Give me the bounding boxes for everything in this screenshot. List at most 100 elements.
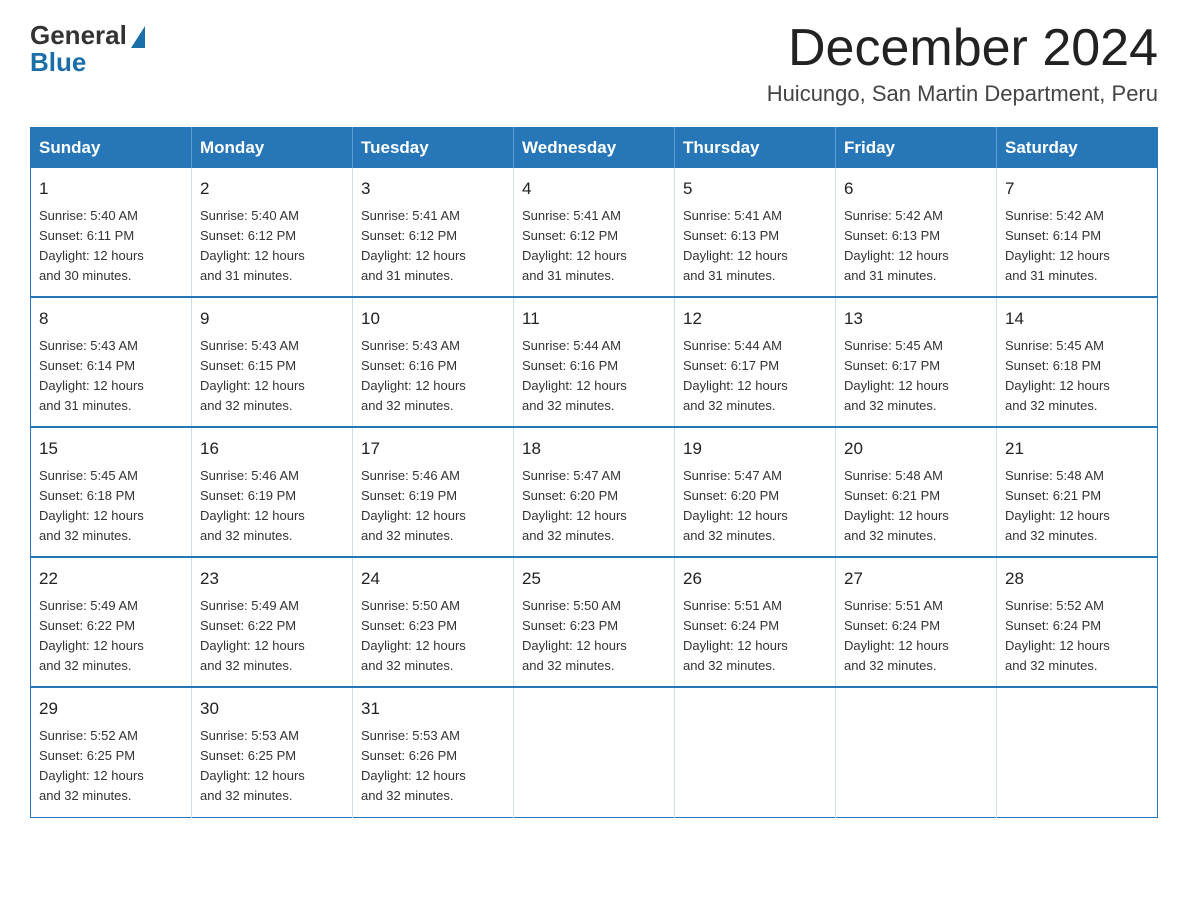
day-info: Sunrise: 5:41 AMSunset: 6:12 PMDaylight:… — [522, 206, 666, 287]
day-info: Sunrise: 5:41 AMSunset: 6:12 PMDaylight:… — [361, 206, 505, 287]
day-info: Sunrise: 5:49 AMSunset: 6:22 PMDaylight:… — [39, 596, 183, 677]
day-number: 2 — [200, 176, 344, 202]
day-number: 1 — [39, 176, 183, 202]
calendar-cell: 25 Sunrise: 5:50 AMSunset: 6:23 PMDayligh… — [514, 557, 675, 687]
calendar-cell: 26 Sunrise: 5:51 AMSunset: 6:24 PMDayligh… — [675, 557, 836, 687]
calendar-header: SundayMondayTuesdayWednesdayThursdayFrid… — [31, 128, 1158, 169]
day-info: Sunrise: 5:50 AMSunset: 6:23 PMDaylight:… — [522, 596, 666, 677]
calendar-week-5: 29 Sunrise: 5:52 AMSunset: 6:25 PMDayligh… — [31, 687, 1158, 817]
day-number: 10 — [361, 306, 505, 332]
day-number: 6 — [844, 176, 988, 202]
day-number: 16 — [200, 436, 344, 462]
day-info: Sunrise: 5:43 AMSunset: 6:14 PMDaylight:… — [39, 336, 183, 417]
day-number: 23 — [200, 566, 344, 592]
location-subtitle: Huicungo, San Martin Department, Peru — [767, 81, 1158, 107]
calendar-cell: 12 Sunrise: 5:44 AMSunset: 6:17 PMDayligh… — [675, 297, 836, 427]
header-row: SundayMondayTuesdayWednesdayThursdayFrid… — [31, 128, 1158, 169]
day-info: Sunrise: 5:45 AMSunset: 6:18 PMDaylight:… — [1005, 336, 1149, 417]
calendar-cell — [997, 687, 1158, 817]
day-number: 28 — [1005, 566, 1149, 592]
logo-triangle-icon — [131, 26, 145, 48]
day-number: 19 — [683, 436, 827, 462]
day-number: 4 — [522, 176, 666, 202]
day-number: 17 — [361, 436, 505, 462]
header-day-saturday: Saturday — [997, 128, 1158, 169]
day-number: 5 — [683, 176, 827, 202]
header-day-sunday: Sunday — [31, 128, 192, 169]
calendar-cell: 21 Sunrise: 5:48 AMSunset: 6:21 PMDayligh… — [997, 427, 1158, 557]
day-info: Sunrise: 5:46 AMSunset: 6:19 PMDaylight:… — [361, 466, 505, 547]
header-day-friday: Friday — [836, 128, 997, 169]
day-number: 21 — [1005, 436, 1149, 462]
header-day-tuesday: Tuesday — [353, 128, 514, 169]
day-info: Sunrise: 5:47 AMSunset: 6:20 PMDaylight:… — [683, 466, 827, 547]
calendar-cell: 29 Sunrise: 5:52 AMSunset: 6:25 PMDayligh… — [31, 687, 192, 817]
day-number: 22 — [39, 566, 183, 592]
page-header: General Blue December 2024 Huicungo, San… — [30, 20, 1158, 107]
calendar-cell: 22 Sunrise: 5:49 AMSunset: 6:22 PMDayligh… — [31, 557, 192, 687]
day-info: Sunrise: 5:53 AMSunset: 6:25 PMDaylight:… — [200, 726, 344, 807]
calendar-cell — [675, 687, 836, 817]
day-number: 3 — [361, 176, 505, 202]
calendar-cell — [836, 687, 997, 817]
calendar-week-4: 22 Sunrise: 5:49 AMSunset: 6:22 PMDayligh… — [31, 557, 1158, 687]
header-day-wednesday: Wednesday — [514, 128, 675, 169]
title-block: December 2024 Huicungo, San Martin Depar… — [767, 20, 1158, 107]
calendar-cell: 16 Sunrise: 5:46 AMSunset: 6:19 PMDayligh… — [192, 427, 353, 557]
calendar-table: SundayMondayTuesdayWednesdayThursdayFrid… — [30, 127, 1158, 817]
day-info: Sunrise: 5:41 AMSunset: 6:13 PMDaylight:… — [683, 206, 827, 287]
day-number: 14 — [1005, 306, 1149, 332]
day-number: 13 — [844, 306, 988, 332]
calendar-week-3: 15Sunrise: 5:45 AMSunset: 6:18 PMDayligh… — [31, 427, 1158, 557]
calendar-week-1: 1Sunrise: 5:40 AMSunset: 6:11 PMDaylight… — [31, 168, 1158, 297]
day-number: 25 — [522, 566, 666, 592]
calendar-cell: 28 Sunrise: 5:52 AMSunset: 6:24 PMDayligh… — [997, 557, 1158, 687]
day-number: 8 — [39, 306, 183, 332]
calendar-cell: 14 Sunrise: 5:45 AMSunset: 6:18 PMDayligh… — [997, 297, 1158, 427]
day-number: 12 — [683, 306, 827, 332]
day-info: Sunrise: 5:42 AMSunset: 6:13 PMDaylight:… — [844, 206, 988, 287]
day-info: Sunrise: 5:46 AMSunset: 6:19 PMDaylight:… — [200, 466, 344, 547]
header-day-thursday: Thursday — [675, 128, 836, 169]
day-number: 24 — [361, 566, 505, 592]
day-info: Sunrise: 5:43 AMSunset: 6:16 PMDaylight:… — [361, 336, 505, 417]
day-number: 9 — [200, 306, 344, 332]
day-info: Sunrise: 5:48 AMSunset: 6:21 PMDaylight:… — [1005, 466, 1149, 547]
day-info: Sunrise: 5:50 AMSunset: 6:23 PMDaylight:… — [361, 596, 505, 677]
day-info: Sunrise: 5:49 AMSunset: 6:22 PMDaylight:… — [200, 596, 344, 677]
calendar-cell: 11Sunrise: 5:44 AMSunset: 6:16 PMDayligh… — [514, 297, 675, 427]
day-number: 27 — [844, 566, 988, 592]
calendar-cell — [514, 687, 675, 817]
day-info: Sunrise: 5:43 AMSunset: 6:15 PMDaylight:… — [200, 336, 344, 417]
day-number: 30 — [200, 696, 344, 722]
calendar-cell: 1Sunrise: 5:40 AMSunset: 6:11 PMDaylight… — [31, 168, 192, 297]
day-info: Sunrise: 5:52 AMSunset: 6:25 PMDaylight:… — [39, 726, 183, 807]
calendar-cell: 19 Sunrise: 5:47 AMSunset: 6:20 PMDayligh… — [675, 427, 836, 557]
day-number: 29 — [39, 696, 183, 722]
calendar-cell: 7Sunrise: 5:42 AMSunset: 6:14 PMDaylight… — [997, 168, 1158, 297]
calendar-cell: 3 Sunrise: 5:41 AMSunset: 6:12 PMDaylight… — [353, 168, 514, 297]
day-info: Sunrise: 5:40 AMSunset: 6:12 PMDaylight:… — [200, 206, 344, 287]
day-number: 7 — [1005, 176, 1149, 202]
calendar-cell: 6 Sunrise: 5:42 AMSunset: 6:13 PMDaylight… — [836, 168, 997, 297]
day-number: 20 — [844, 436, 988, 462]
calendar-cell: 27 Sunrise: 5:51 AMSunset: 6:24 PMDayligh… — [836, 557, 997, 687]
day-info: Sunrise: 5:47 AMSunset: 6:20 PMDaylight:… — [522, 466, 666, 547]
header-day-monday: Monday — [192, 128, 353, 169]
day-info: Sunrise: 5:52 AMSunset: 6:24 PMDaylight:… — [1005, 596, 1149, 677]
day-info: Sunrise: 5:53 AMSunset: 6:26 PMDaylight:… — [361, 726, 505, 807]
calendar-cell: 2 Sunrise: 5:40 AMSunset: 6:12 PMDaylight… — [192, 168, 353, 297]
calendar-cell: 5 Sunrise: 5:41 AMSunset: 6:13 PMDaylight… — [675, 168, 836, 297]
calendar-cell: 17 Sunrise: 5:46 AMSunset: 6:19 PMDayligh… — [353, 427, 514, 557]
day-number: 26 — [683, 566, 827, 592]
calendar-cell: 24 Sunrise: 5:50 AMSunset: 6:23 PMDayligh… — [353, 557, 514, 687]
day-info: Sunrise: 5:45 AMSunset: 6:18 PMDaylight:… — [39, 466, 183, 547]
calendar-body: 1Sunrise: 5:40 AMSunset: 6:11 PMDaylight… — [31, 168, 1158, 817]
calendar-cell: 20Sunrise: 5:48 AMSunset: 6:21 PMDayligh… — [836, 427, 997, 557]
month-title: December 2024 — [767, 20, 1158, 77]
day-info: Sunrise: 5:51 AMSunset: 6:24 PMDaylight:… — [683, 596, 827, 677]
day-info: Sunrise: 5:51 AMSunset: 6:24 PMDaylight:… — [844, 596, 988, 677]
calendar-cell: 8 Sunrise: 5:43 AMSunset: 6:14 PMDaylight… — [31, 297, 192, 427]
calendar-cell: 18Sunrise: 5:47 AMSunset: 6:20 PMDayligh… — [514, 427, 675, 557]
day-info: Sunrise: 5:44 AMSunset: 6:17 PMDaylight:… — [683, 336, 827, 417]
